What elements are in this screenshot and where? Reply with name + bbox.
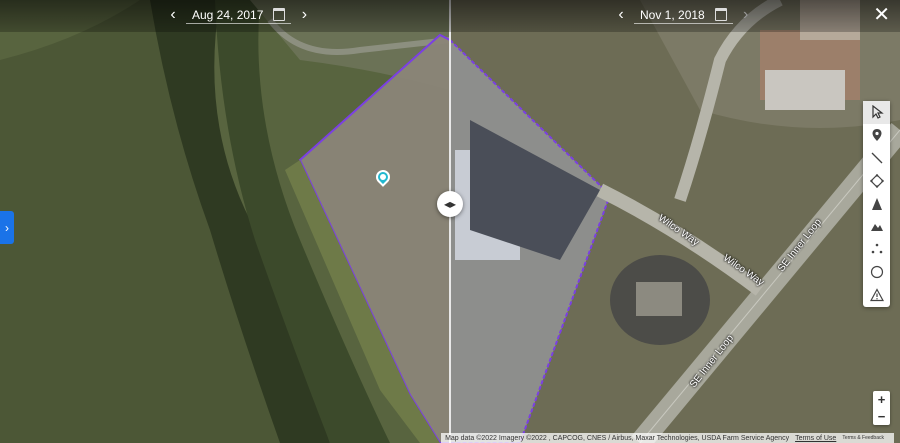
left-satellite-map bbox=[0, 0, 450, 443]
chevron-left-icon[interactable]: ‹ bbox=[612, 6, 630, 24]
warning-icon[interactable] bbox=[863, 283, 890, 306]
calendar-icon bbox=[273, 8, 286, 21]
chevron-left-icon[interactable]: ‹ bbox=[164, 6, 182, 24]
left-date-control: ‹ Aug 24, 2017 › bbox=[164, 6, 313, 24]
map-attribution: Map data ©2022 Imagery ©2022 , CAPCOG, C… bbox=[441, 433, 894, 443]
location-pin-center bbox=[380, 174, 386, 180]
chevron-right-icon[interactable]: › bbox=[737, 6, 755, 24]
zoom-control: + − bbox=[873, 391, 890, 425]
chevron-right-icon[interactable]: › bbox=[295, 6, 313, 24]
points-icon[interactable] bbox=[863, 238, 890, 261]
right-date-label: Nov 1, 2018 bbox=[640, 7, 705, 22]
drawing-toolbar bbox=[863, 101, 890, 307]
elevation-icon[interactable] bbox=[863, 192, 890, 215]
right-date-picker[interactable]: Nov 1, 2018 bbox=[634, 7, 733, 24]
terms-of-use-link[interactable]: Terms of Use bbox=[795, 435, 836, 442]
left-date-label: Aug 24, 2017 bbox=[192, 7, 264, 22]
left-imagery-pane[interactable] bbox=[0, 0, 450, 443]
polygon-icon[interactable] bbox=[863, 169, 890, 192]
feedback-link[interactable]: Terms & Feedback bbox=[842, 435, 884, 441]
placemark-icon[interactable] bbox=[863, 124, 890, 147]
calendar-icon bbox=[714, 8, 727, 21]
circle-icon[interactable] bbox=[863, 261, 890, 284]
terrain-icon[interactable] bbox=[863, 215, 890, 238]
zoom-out-button[interactable]: − bbox=[873, 408, 890, 425]
expand-panel-button[interactable]: › bbox=[0, 211, 14, 244]
line-icon[interactable] bbox=[863, 147, 890, 170]
map-data-credit: Map data ©2022 Imagery ©2022 , CAPCOG, C… bbox=[445, 434, 790, 442]
cursor-icon[interactable] bbox=[863, 101, 890, 124]
close-icon[interactable]: ✕ bbox=[873, 5, 890, 25]
right-date-control: ‹ Nov 1, 2018 › bbox=[612, 6, 755, 24]
zoom-in-button[interactable]: + bbox=[873, 391, 890, 408]
swipe-handle[interactable]: ◂▸ bbox=[437, 191, 463, 217]
left-date-picker[interactable]: Aug 24, 2017 bbox=[186, 7, 292, 24]
comparison-top-bar bbox=[0, 0, 900, 32]
swipe-divider[interactable] bbox=[449, 0, 451, 443]
